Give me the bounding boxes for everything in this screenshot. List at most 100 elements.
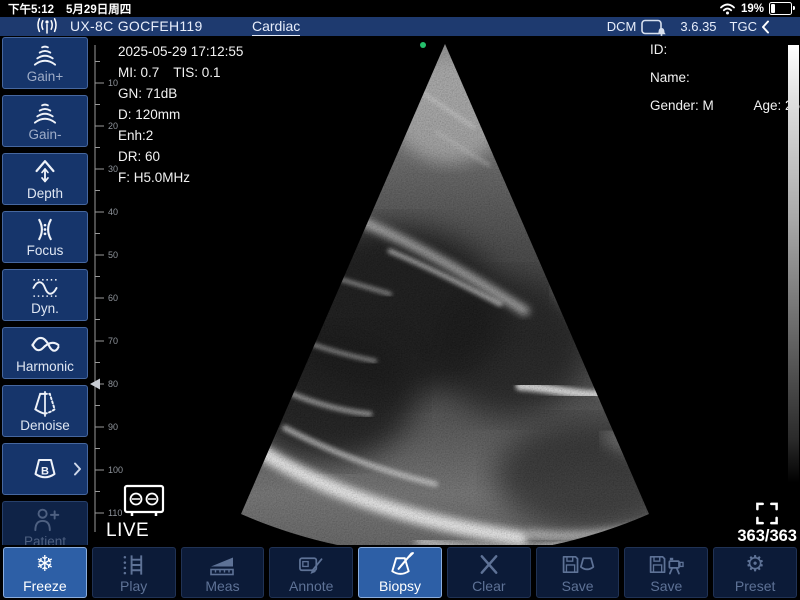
freeze-button[interactable]: ❄ Freeze bbox=[3, 547, 87, 598]
biopsy-label: Biopsy bbox=[379, 579, 421, 593]
orientation-marker-dot bbox=[420, 42, 426, 48]
svg-text:30: 30 bbox=[108, 164, 118, 174]
frequency-value: F: H5.0MHz bbox=[118, 167, 243, 188]
dynamic-range-label: Dyn. bbox=[31, 302, 59, 316]
tgc-chevron-left-icon[interactable] bbox=[760, 19, 770, 35]
wifi-icon bbox=[719, 2, 736, 15]
fullscreen-icon[interactable] bbox=[754, 501, 780, 526]
freeze-label: Freeze bbox=[23, 579, 67, 593]
status-time: 下午5:12 bbox=[8, 1, 54, 17]
freeze-snowflake-icon: ❄ bbox=[36, 552, 54, 577]
enhance-value: Enh:2 bbox=[118, 125, 243, 146]
gain-value: GN: 71dB bbox=[118, 83, 243, 104]
annotate-icon bbox=[296, 552, 326, 577]
svg-text:80: 80 bbox=[108, 379, 118, 389]
status-right: 19% bbox=[719, 2, 792, 15]
acquisition-datetime: 2025-05-29 17:12:55 bbox=[118, 41, 243, 62]
measure-icon bbox=[207, 553, 237, 577]
sector-scan bbox=[210, 36, 725, 545]
biopsy-button[interactable]: Biopsy bbox=[358, 547, 442, 598]
play-button[interactable]: Play bbox=[92, 547, 176, 598]
gain-minus-label: Gain- bbox=[28, 128, 61, 142]
harmonic-button[interactable]: Harmonic bbox=[2, 327, 88, 379]
svg-text:50: 50 bbox=[108, 250, 118, 260]
svg-text:90: 90 bbox=[108, 422, 118, 432]
annotate-label: Annote bbox=[289, 579, 333, 593]
b-mode-icon: B bbox=[28, 455, 62, 483]
focus-button[interactable]: Focus bbox=[2, 211, 88, 263]
device-name: UX-8C GOCFEH119 bbox=[70, 18, 203, 34]
frame-counter: 363/363 bbox=[737, 528, 797, 545]
battery-icon bbox=[769, 2, 792, 15]
svg-text:40: 40 bbox=[108, 207, 118, 217]
frame-block: 363/363 bbox=[737, 501, 797, 545]
play-icon-wrap bbox=[120, 552, 148, 577]
svg-text:10: 10 bbox=[108, 78, 118, 88]
dcm-notification-icon bbox=[641, 18, 667, 36]
clear-button[interactable]: Clear bbox=[447, 547, 531, 598]
harmonic-icon bbox=[28, 333, 62, 358]
b-mode-letter: B bbox=[41, 466, 49, 478]
dynamic-range-icon bbox=[29, 275, 61, 300]
clear-icon-wrap bbox=[476, 552, 502, 577]
b-mode-button[interactable]: B bbox=[2, 443, 88, 495]
status-left: 下午5:12 5月29日周四 bbox=[8, 1, 131, 17]
svg-text:70: 70 bbox=[108, 336, 118, 346]
preset-gear-icon: ⚙ bbox=[745, 552, 765, 577]
save-image-icon-wrap bbox=[559, 552, 597, 577]
cine-cassette-icon[interactable] bbox=[123, 480, 165, 520]
battery-percent: 19% bbox=[741, 3, 764, 15]
mi-value: MI: 0.7 bbox=[118, 65, 159, 80]
bottom-toolbar: ❄ Freeze Play Meas Annote Biopsy bbox=[0, 545, 800, 600]
focus-icon bbox=[30, 217, 60, 242]
save-video-icon-wrap bbox=[647, 552, 685, 577]
play-label: Play bbox=[120, 579, 147, 593]
app-header: UX-8C GOCFEH119 Cardiac DCM 3.6.35 TGC bbox=[0, 17, 800, 36]
grayscale-bar bbox=[788, 45, 799, 483]
tgc-label[interactable]: TGC bbox=[730, 19, 757, 34]
svg-text:60: 60 bbox=[108, 293, 118, 303]
dynamic-range-value: DR: 60 bbox=[118, 146, 243, 167]
preset-button[interactable]: ⚙ Preset bbox=[713, 547, 797, 598]
patient-gender-age: Gender: M Age: 25 bbox=[650, 98, 800, 113]
probe-antenna-icon bbox=[36, 18, 58, 34]
control-sidebar: Gain+ Gain- Depth Focus bbox=[0, 37, 90, 553]
save-video-icon bbox=[647, 552, 685, 577]
svg-text:20: 20 bbox=[108, 121, 118, 131]
gain-plus-label: Gain+ bbox=[27, 70, 63, 84]
harmonic-label: Harmonic bbox=[16, 360, 74, 374]
annotate-button[interactable]: Annote bbox=[269, 547, 353, 598]
mi-tis-line: MI: 0.7TIS: 0.1 bbox=[118, 62, 243, 83]
save-video-button[interactable]: Save bbox=[624, 547, 708, 598]
gain-decrease-icon bbox=[30, 101, 60, 126]
focus-label: Focus bbox=[27, 244, 64, 258]
biopsy-icon-wrap bbox=[385, 552, 415, 577]
live-label: LIVE bbox=[106, 521, 165, 540]
measure-label: Meas bbox=[205, 579, 239, 593]
denoise-label: Denoise bbox=[20, 419, 70, 433]
biopsy-icon bbox=[385, 551, 415, 578]
measure-icon-wrap bbox=[207, 552, 237, 577]
clear-icon bbox=[476, 552, 502, 577]
gain-increase-icon bbox=[30, 43, 60, 68]
save-image-label: Save bbox=[562, 579, 594, 593]
denoise-icon bbox=[29, 390, 61, 417]
save-image-button[interactable]: Save bbox=[536, 547, 620, 598]
ultrasound-display-area: 102030405060708090100110 2025-05-29 17:1… bbox=[90, 36, 800, 545]
play-cine-icon bbox=[120, 552, 148, 577]
patient-name: Name: bbox=[650, 70, 800, 85]
status-date: 5月29日周四 bbox=[66, 1, 131, 17]
depth-label: Depth bbox=[27, 187, 63, 201]
depth-button[interactable]: Depth bbox=[2, 153, 88, 205]
dynamic-range-button[interactable]: Dyn. bbox=[2, 269, 88, 321]
measure-button[interactable]: Meas bbox=[181, 547, 265, 598]
save-video-label: Save bbox=[650, 579, 682, 593]
gain-minus-button[interactable]: Gain- bbox=[2, 95, 88, 147]
denoise-button[interactable]: Denoise bbox=[2, 385, 88, 437]
preset-selector[interactable]: Cardiac bbox=[252, 18, 300, 36]
depth-value: D: 120mm bbox=[118, 104, 243, 125]
gain-plus-button[interactable]: Gain+ bbox=[2, 37, 88, 89]
save-image-icon bbox=[559, 552, 597, 577]
app-version: 3.6.35 bbox=[680, 19, 716, 34]
acquisition-info: 2025-05-29 17:12:55 MI: 0.7TIS: 0.1 GN: … bbox=[118, 41, 243, 188]
